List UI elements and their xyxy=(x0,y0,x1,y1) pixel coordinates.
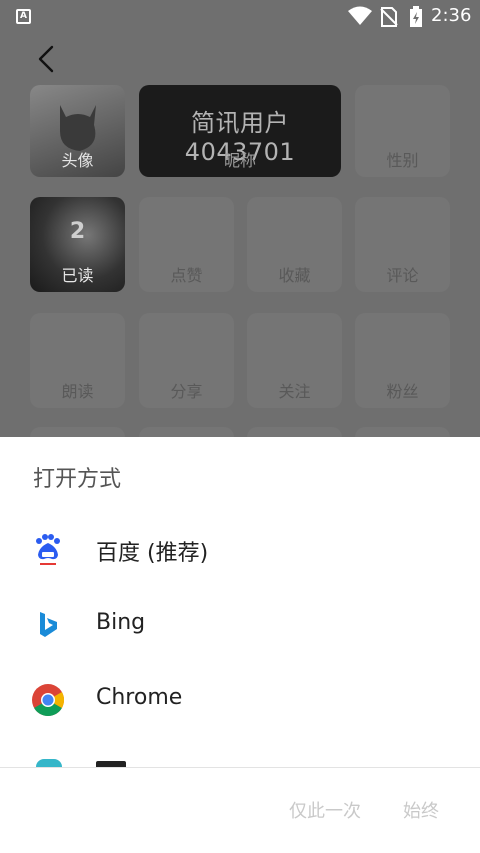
no-sim-icon xyxy=(380,7,398,27)
readaloud-label: 朗读 xyxy=(61,382,94,401)
bing-icon xyxy=(40,612,57,637)
likes-label: 点赞 xyxy=(170,266,203,285)
notification-a-icon: A xyxy=(16,9,31,24)
nickname-label: 昵称 xyxy=(223,151,256,170)
read-label: 已读 xyxy=(61,266,94,285)
back-arrow-icon[interactable] xyxy=(32,44,62,74)
avatar-label: 头像 xyxy=(61,151,94,170)
follow-label: 关注 xyxy=(278,382,311,401)
favorites-label: 收藏 xyxy=(278,266,311,285)
app-option-bing[interactable]: Bing xyxy=(0,588,480,663)
share-tile[interactable]: 分享 xyxy=(139,313,234,408)
sheet-title: 打开方式 xyxy=(33,467,122,492)
likes-tile[interactable]: 点赞 xyxy=(139,197,234,292)
wifi-icon xyxy=(348,6,372,25)
status-time: 2:36 xyxy=(431,5,472,26)
fans-label: 粉丝 xyxy=(386,382,419,401)
follow-tile[interactable]: 关注 xyxy=(247,313,342,408)
app-option-baidu[interactable]: 百度 (推荐) xyxy=(0,513,480,588)
gender-tile[interactable]: 性别 xyxy=(355,85,450,177)
read-count: 2 xyxy=(69,219,86,244)
app-name: Chrome xyxy=(96,685,183,710)
avatar-tile[interactable]: 头像 xyxy=(30,85,125,177)
nickname-tile[interactable]: 简讯用户4043701 昵称 xyxy=(139,85,341,177)
share-label: 分享 xyxy=(170,382,203,401)
app-option-chrome[interactable]: Chrome xyxy=(0,663,480,738)
battery-charging-icon xyxy=(410,6,422,27)
baidu-icon xyxy=(36,534,60,565)
readaloud-tile[interactable]: 朗读 xyxy=(30,313,125,408)
read-tile[interactable]: 2 已读 xyxy=(30,197,125,292)
avatar-cat-icon xyxy=(60,105,96,151)
chrome-icon xyxy=(32,684,65,717)
partial-app-icon xyxy=(36,759,62,767)
status-bar: A 2:36 xyxy=(0,0,480,33)
fans-tile[interactable]: 粉丝 xyxy=(355,313,450,408)
gender-label: 性别 xyxy=(386,151,419,170)
favorites-tile[interactable]: 收藏 xyxy=(247,197,342,292)
comments-tile[interactable]: 评论 xyxy=(355,197,450,292)
app-name: Bing xyxy=(96,610,146,635)
app-name: 百度 (推荐) xyxy=(96,541,209,566)
open-with-sheet: 打开方式 百度 (推荐) Bing Chrome 仅此一次 始终 xyxy=(0,437,480,853)
sheet-divider xyxy=(0,767,480,768)
comments-label: 评论 xyxy=(386,266,419,285)
just-once-button[interactable]: 仅此一次 xyxy=(289,797,361,823)
always-button[interactable]: 始终 xyxy=(403,797,439,823)
